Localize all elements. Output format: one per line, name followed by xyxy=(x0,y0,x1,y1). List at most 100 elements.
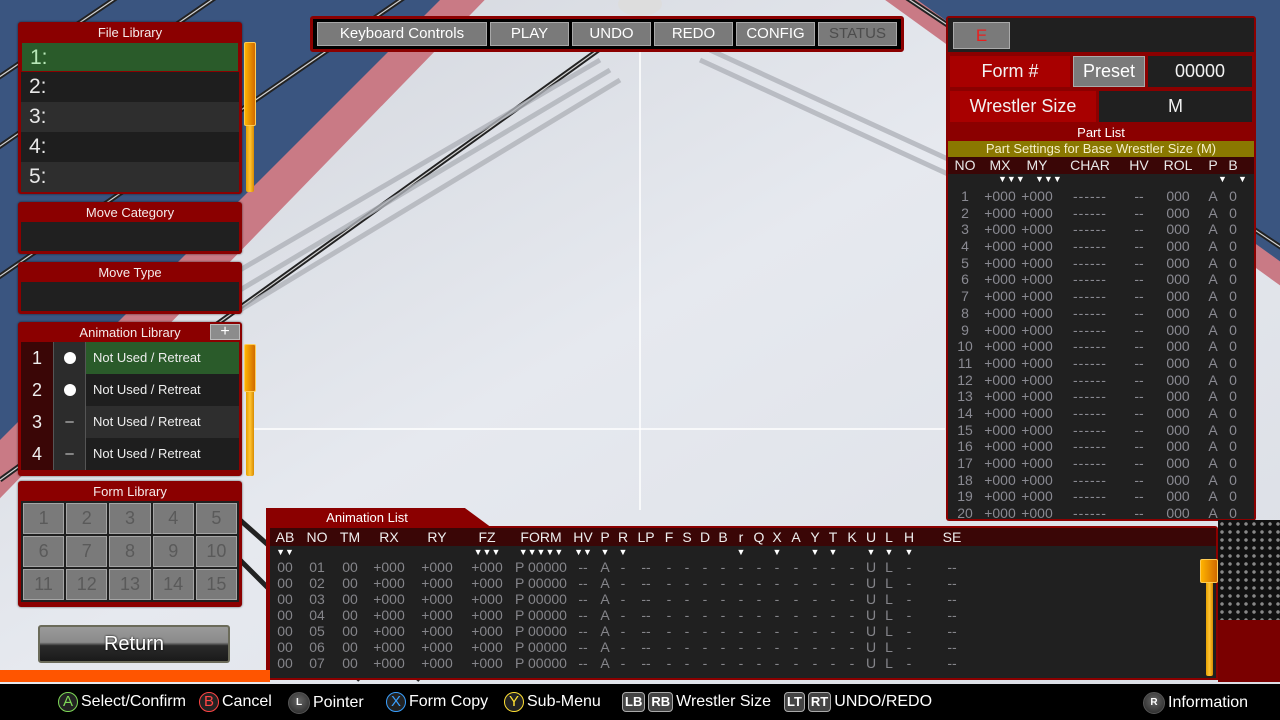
file-slot-3[interactable]: 3: xyxy=(21,102,239,132)
part-row[interactable]: 1 +000 +000 ------ -- 000 A 0 xyxy=(948,188,1254,205)
anim-col-header-y[interactable]: Y xyxy=(806,528,824,546)
file-library-scroll-thumb[interactable] xyxy=(244,42,256,126)
add-animation-button[interactable]: + xyxy=(210,324,240,340)
sort-arrow-icon[interactable]: ▼ xyxy=(614,546,632,559)
part-row[interactable]: 12 +000 +000 ------ -- 000 A 0 xyxy=(948,372,1254,389)
anim-col-header-b[interactable]: B xyxy=(714,528,732,546)
file-slot-1[interactable]: 1: xyxy=(21,42,239,72)
form-slot-9[interactable]: 9 xyxy=(152,536,194,567)
part-row[interactable]: 11 +000 +000 ------ -- 000 A 0 xyxy=(948,355,1254,372)
sort-arrow-icon[interactable]: ▼ xyxy=(806,546,824,559)
animation-row[interactable]: 00 01 00 +000 +000 +000 P 00000 -- A - -- - - - - - - - - -… xyxy=(270,559,1216,575)
part-row[interactable]: 17 +000 +000 ------ -- 000 A 0 xyxy=(948,455,1254,472)
anim-col-header-r[interactable]: R xyxy=(614,528,632,546)
part-row[interactable]: 3 +000 +000 ------ -- 000 A 0 xyxy=(948,221,1254,238)
form-slot-11[interactable]: 11 xyxy=(23,569,65,600)
config-button[interactable]: CONFIG xyxy=(736,22,815,46)
part-row[interactable]: 7 +000 +000 ------ -- 000 A 0 xyxy=(948,288,1254,305)
undo-button[interactable]: UNDO xyxy=(572,22,651,46)
anim-col-header-form[interactable]: FORM xyxy=(512,528,570,546)
animation-library-item-4[interactable]: 4 – Not Used / Retreat xyxy=(21,438,239,470)
anim-col-header-q[interactable]: Q xyxy=(750,528,768,546)
animation-row[interactable]: 00 02 00 +000 +000 +000 P 00000 -- A - -- - - - - - - - - -… xyxy=(270,575,1216,591)
form-slot-5[interactable]: 5 xyxy=(195,503,237,534)
anim-col-header-fz[interactable]: FZ xyxy=(462,528,512,546)
redo-button[interactable]: REDO xyxy=(654,22,733,46)
sort-arrow-icon[interactable]: ▼▼▼ xyxy=(462,546,512,559)
animation-row[interactable]: 00 07 00 +000 +000 +000 P 00000 -- A - -- - - - - - - - - -… xyxy=(270,655,1216,671)
anim-col-header-se[interactable]: SE xyxy=(920,528,984,546)
part-row[interactable]: 19 +000 +000 ------ -- 000 A 0 xyxy=(948,488,1254,505)
form-slot-1[interactable]: 1 xyxy=(23,503,65,534)
part-row[interactable]: 20 +000 +000 ------ -- 000 A 0 xyxy=(948,505,1254,522)
anim-col-header-l[interactable]: L xyxy=(880,528,898,546)
anim-col-header-k[interactable]: K xyxy=(842,528,862,546)
anim-col-header-r2[interactable]: r xyxy=(732,528,750,546)
form-slot-3[interactable]: 3 xyxy=(109,503,151,534)
part-col-header-hv[interactable]: HV xyxy=(1124,157,1154,174)
animation-row[interactable]: 00 03 00 +000 +000 +000 P 00000 -- A - -- - - - - - - - - -… xyxy=(270,591,1216,607)
part-row[interactable]: 15 +000 +000 ------ -- 000 A 0 xyxy=(948,422,1254,439)
animation-row[interactable]: 00 05 00 +000 +000 +000 P 00000 -- A - -- - - - - - - - - -… xyxy=(270,623,1216,639)
anim-col-header-ry[interactable]: RY xyxy=(412,528,462,546)
animation-library-item-2[interactable]: 2 Not Used / Retreat xyxy=(21,374,239,406)
p-sort-arrow-icon[interactable]: ▼ xyxy=(1218,174,1227,184)
form-slot-2[interactable]: 2 xyxy=(66,503,108,534)
move-type-field[interactable] xyxy=(21,282,239,311)
form-slot-14[interactable]: 14 xyxy=(152,569,194,600)
form-slot-12[interactable]: 12 xyxy=(66,569,108,600)
file-slot-2[interactable]: 2: xyxy=(21,72,239,102)
sort-arrow-icon[interactable]: ▼ xyxy=(824,546,842,559)
part-row[interactable]: 16 +000 +000 ------ -- 000 A 0 xyxy=(948,438,1254,455)
anim-col-header-d[interactable]: D xyxy=(696,528,714,546)
sort-arrow-icon[interactable]: ▼ xyxy=(596,546,614,559)
anim-col-header-hv[interactable]: HV xyxy=(570,528,596,546)
animation-row[interactable]: 00 06 00 +000 +000 +000 P 00000 -- A - -- - - - - - - - - -… xyxy=(270,639,1216,655)
file-slot-4[interactable]: 4: xyxy=(21,132,239,162)
preset-button[interactable]: Preset xyxy=(1073,56,1145,87)
anim-col-header-s[interactable]: S xyxy=(678,528,696,546)
sort-arrow-icon[interactable]: ▼▼ xyxy=(270,546,300,559)
sort-arrow-icon[interactable]: ▼ xyxy=(898,546,920,559)
sort-arrow-icon[interactable]: ▼ xyxy=(768,546,786,559)
form-slot-6[interactable]: 6 xyxy=(23,536,65,567)
part-row[interactable]: 18 +000 +000 ------ -- 000 A 0 xyxy=(948,472,1254,489)
move-category-field[interactable] xyxy=(21,222,239,251)
keyboard-controls-button[interactable]: Keyboard Controls xyxy=(317,22,487,46)
play-button[interactable]: PLAY xyxy=(490,22,569,46)
anim-col-header-p[interactable]: P xyxy=(596,528,614,546)
anim-col-header-no[interactable]: NO xyxy=(300,528,334,546)
wrestler-size-value[interactable]: M xyxy=(1099,91,1252,122)
form-slot-15[interactable]: 15 xyxy=(195,569,237,600)
part-row[interactable]: 14 +000 +000 ------ -- 000 A 0 xyxy=(948,405,1254,422)
my-sort-arrows-icon[interactable]: ▼▼▼ xyxy=(1035,174,1062,184)
animation-list-scrollbar[interactable] xyxy=(1206,570,1213,676)
part-col-header-mx[interactable]: MX xyxy=(982,157,1018,174)
anim-col-header-x[interactable]: X xyxy=(768,528,786,546)
part-col-header-p[interactable]: P xyxy=(1202,157,1224,174)
file-slot-5[interactable]: 5: xyxy=(21,162,239,192)
part-col-header-no[interactable]: NO xyxy=(948,157,982,174)
part-row[interactable]: 4 +000 +000 ------ -- 000 A 0 xyxy=(948,238,1254,255)
part-row[interactable]: 5 +000 +000 ------ -- 000 A 0 xyxy=(948,255,1254,272)
form-slot-4[interactable]: 4 xyxy=(152,503,194,534)
sort-arrow-icon[interactable]: ▼ xyxy=(880,546,898,559)
anim-col-header-u[interactable]: U xyxy=(862,528,880,546)
form-slot-8[interactable]: 8 xyxy=(109,536,151,567)
animation-row[interactable]: 00 04 00 +000 +000 +000 P 00000 -- A - -- - - - - - - - - -… xyxy=(270,607,1216,623)
status-button[interactable]: STATUS xyxy=(818,22,897,46)
part-row[interactable]: 10 +000 +000 ------ -- 000 A 0 xyxy=(948,338,1254,355)
anim-col-header-f[interactable]: F xyxy=(660,528,678,546)
anim-col-header-lp[interactable]: LP xyxy=(632,528,660,546)
animation-library-scroll-thumb[interactable] xyxy=(244,344,256,392)
form-slot-7[interactable]: 7 xyxy=(66,536,108,567)
anim-col-header-t[interactable]: T xyxy=(824,528,842,546)
form-number-value[interactable]: 00000 xyxy=(1148,56,1252,87)
part-row[interactable]: 9 +000 +000 ------ -- 000 A 0 xyxy=(948,322,1254,339)
sort-arrow-icon[interactable]: ▼▼▼▼▼ xyxy=(512,546,570,559)
part-col-header-char[interactable]: CHAR xyxy=(1056,157,1124,174)
mx-sort-arrows-icon[interactable]: ▼▼▼ xyxy=(998,174,1025,184)
animation-list-scroll-thumb[interactable] xyxy=(1200,559,1218,583)
part-col-header-rol[interactable]: ROL xyxy=(1154,157,1202,174)
animation-library-item-3[interactable]: 3 – Not Used / Retreat xyxy=(21,406,239,438)
